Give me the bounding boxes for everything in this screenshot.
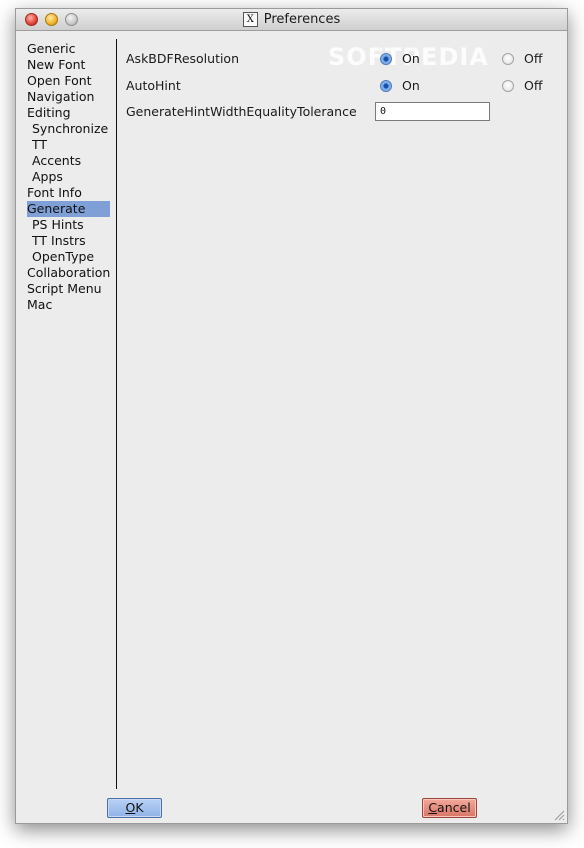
sidebar-item-collaboration[interactable]: Collaboration [16, 265, 111, 281]
sidebar-item-script-menu[interactable]: Script Menu [16, 281, 111, 297]
sidebar-item-opentype[interactable]: OpenType [16, 249, 111, 265]
ask-bdf-resolution-label: AskBDFResolution [126, 51, 240, 66]
pane-divider [116, 39, 117, 789]
ask-bdf-on-label[interactable]: On [402, 51, 420, 67]
sidebar-item-mac[interactable]: Mac [16, 297, 111, 313]
category-list: Generic New Font Open Font Navigation Editin… [16, 41, 116, 313]
sidebar-item-tt-instrs[interactable]: TT Instrs [16, 233, 111, 249]
hint-width-tolerance-input[interactable]: 0 [375, 102, 490, 121]
autohint-on-label[interactable]: On [402, 78, 420, 94]
cancel-label-rest: ancel [437, 800, 471, 815]
ask-bdf-off-label[interactable]: Off [524, 51, 542, 67]
window-title: Preferences [263, 12, 341, 27]
autohint-label: AutoHint [126, 78, 181, 93]
ask-bdf-on-radio[interactable] [380, 53, 392, 65]
autohint-on-radio[interactable] [380, 80, 392, 92]
sidebar-item-navigation[interactable]: Navigation [16, 89, 111, 105]
sidebar-item-generate[interactable]: Generate [27, 201, 110, 217]
sidebar-item-font-info[interactable]: Font Info [16, 185, 111, 201]
ok-button[interactable]: OK [107, 798, 162, 818]
sidebar-item-new-font[interactable]: New Font [16, 57, 111, 73]
autohint-off-label[interactable]: Off [524, 78, 542, 94]
sidebar-item-ps-hints[interactable]: PS Hints [16, 217, 111, 233]
cancel-button[interactable]: Cancel [422, 798, 477, 818]
ask-bdf-off-radio[interactable] [502, 53, 514, 65]
autohint-off-radio[interactable] [502, 80, 514, 92]
title-bar[interactable]: X Preferences [16, 9, 567, 31]
sidebar-item-apps[interactable]: Apps [16, 169, 111, 185]
sidebar-item-tt[interactable]: TT [16, 137, 111, 153]
x11-icon: X [242, 11, 258, 27]
preferences-window: X Preferences SOFTPEDIA Generic New Font Op… [15, 8, 568, 824]
sidebar-item-generic[interactable]: Generic [16, 41, 111, 57]
ok-mnemonic: O [125, 800, 136, 815]
sidebar-item-accents[interactable]: Accents [16, 153, 111, 169]
ok-label-rest: K [135, 800, 144, 815]
sidebar-item-editing[interactable]: Editing [16, 105, 111, 121]
sidebar-item-open-font[interactable]: Open Font [16, 73, 111, 89]
cancel-mnemonic: C [428, 800, 438, 815]
sidebar-item-synchronize[interactable]: Synchronize [16, 121, 111, 137]
hint-width-tolerance-label: GenerateHintWidthEqualityTolerance [126, 104, 357, 119]
resize-grip-icon[interactable] [553, 809, 565, 821]
